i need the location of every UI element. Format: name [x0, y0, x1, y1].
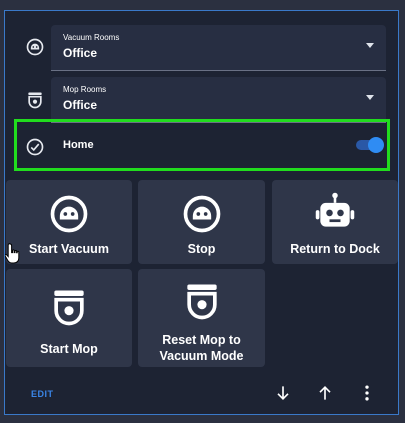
arrow-up-icon[interactable] [315, 383, 335, 403]
card-footer: EDIT [5, 371, 398, 415]
reset-mop-label-line1: Reset Mop to [162, 333, 241, 347]
stop-label: Stop [187, 242, 216, 256]
reset-mop-label-line2: Vacuum Mode [159, 349, 244, 363]
vacuum-robot-icon [26, 38, 44, 56]
vacuum-rooms-value: Office [63, 46, 98, 60]
dropdown-arrow-icon [366, 43, 374, 48]
vacuum-rooms-label: Vacuum Rooms [63, 33, 120, 42]
mop-rooms-select[interactable]: Mop Rooms Office [51, 77, 386, 123]
stop-button[interactable]: Stop [138, 180, 265, 264]
mop-rooms-label: Mop Rooms [63, 85, 107, 94]
reset-mop-button[interactable]: Reset Mop to Vacuum Mode [138, 269, 265, 367]
more-vertical-icon[interactable] [357, 383, 377, 403]
home-toggle[interactable] [354, 137, 384, 153]
hand-cursor-icon [5, 243, 20, 264]
dropdown-arrow-icon [366, 95, 374, 100]
start-mop-button[interactable]: Start Mop [6, 269, 132, 367]
start-vacuum-button[interactable]: Start Vacuum [6, 180, 132, 264]
mop-robot-icon [186, 284, 217, 320]
vacuum-robot-icon [50, 195, 88, 233]
start-mop-label: Start Mop [40, 342, 98, 356]
edit-button[interactable]: EDIT [31, 389, 54, 399]
mop-robot-icon [28, 92, 42, 109]
arrow-down-icon[interactable] [273, 383, 293, 403]
entity-card: Vacuum Rooms Office Mop Rooms Office Hom… [4, 10, 399, 415]
robot-head-icon [315, 192, 355, 227]
mop-rooms-value: Office [63, 98, 98, 112]
return-to-dock-button[interactable]: Return to Dock [272, 180, 398, 264]
return-to-dock-label: Return to Dock [290, 242, 380, 256]
vacuum-rooms-select[interactable]: Vacuum Rooms Office [51, 25, 386, 71]
mop-robot-icon [54, 290, 84, 326]
check-circle-icon [26, 138, 44, 156]
start-vacuum-label: Start Vacuum [29, 242, 109, 256]
vacuum-robot-icon [183, 195, 220, 233]
home-label: Home [63, 139, 94, 151]
